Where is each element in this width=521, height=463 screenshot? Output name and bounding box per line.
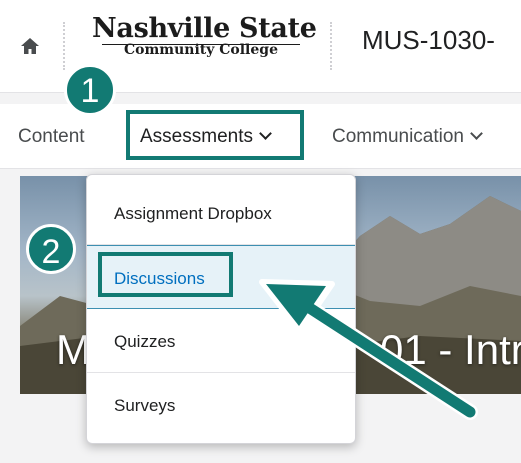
pointer-arrow-icon xyxy=(259,279,478,420)
